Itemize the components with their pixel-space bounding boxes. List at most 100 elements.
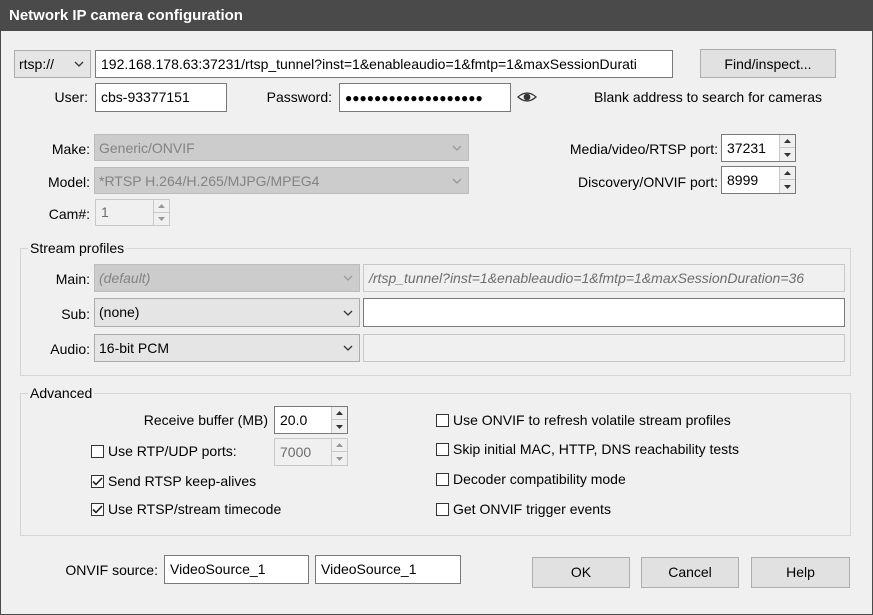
checkbox-box[interactable] — [91, 502, 104, 516]
checkbox-box[interactable] — [436, 413, 449, 427]
checkbox-box[interactable] — [91, 444, 104, 458]
timecode-label: Use RTSP/stream timecode — [108, 501, 282, 517]
spin-up-icon[interactable] — [780, 135, 795, 148]
onvif-source-value-2: VideoSource_1 — [321, 561, 417, 577]
make-label: Make: — [51, 141, 90, 157]
show-password-eye-icon[interactable] — [517, 88, 537, 106]
protocol-value: rtsp:// — [19, 56, 55, 72]
spinner-arrows — [331, 439, 347, 465]
onvif-trigger-label: Get ONVIF trigger events — [453, 501, 611, 517]
keepalive-label: Send RTSP keep-alives — [108, 473, 257, 489]
model-select[interactable]: *RTSP H.264/H.265/MJPG/MPEG4 — [94, 167, 469, 194]
audio-profile-path — [363, 334, 845, 362]
spinner-arrows — [779, 167, 795, 193]
checkbox-box[interactable] — [91, 474, 104, 488]
address-input[interactable]: 192.168.178.63:37231/rtsp_tunnel?inst=1&… — [95, 50, 673, 78]
onvif-trigger-checkbox[interactable]: Get ONVIF trigger events — [436, 500, 611, 518]
checkbox-box[interactable] — [436, 442, 449, 456]
spinner-arrows — [153, 200, 169, 225]
sub-profile-value: (none) — [99, 304, 140, 320]
checkbox-box[interactable] — [436, 502, 449, 516]
audio-profile-label: Audio: — [50, 341, 90, 357]
main-profile-value: (default) — [99, 270, 151, 286]
onvif-refresh-label: Use ONVIF to refresh volatile stream pro… — [453, 412, 731, 428]
onvif-refresh-checkbox[interactable]: Use ONVIF to refresh volatile stream pro… — [436, 411, 731, 429]
user-input[interactable]: cbs-93377151 — [95, 83, 227, 112]
password-label: Password: — [266, 89, 332, 105]
advanced-title: Advanced — [28, 384, 95, 402]
spin-up-icon[interactable] — [780, 167, 795, 180]
model-label: Model: — [47, 174, 90, 190]
rtp-udp-checkbox[interactable]: Use RTP/UDP ports: — [91, 442, 237, 460]
help-button[interactable]: Help — [751, 557, 850, 588]
chevron-down-icon — [451, 135, 463, 160]
skip-tests-checkbox[interactable]: Skip initial MAC, HTTP, DNS reachability… — [436, 440, 739, 458]
model-value: *RTSP H.264/H.265/MJPG/MPEG4 — [99, 173, 320, 189]
password-value: ●●●●●●●●●●●●●●●●●●● — [345, 91, 483, 105]
timecode-checkbox[interactable]: Use RTSP/stream timecode — [91, 500, 281, 518]
make-value: Generic/ONVIF — [99, 140, 195, 156]
checkbox-box[interactable] — [436, 472, 449, 486]
audio-profile-value: 16-bit PCM — [99, 340, 170, 356]
receive-buffer-spinner[interactable]: 20.0 — [274, 406, 348, 434]
chevron-down-icon — [342, 335, 354, 361]
onvif-source-value-1: VideoSource_1 — [170, 561, 266, 577]
spin-up-icon[interactable] — [332, 439, 347, 452]
chevron-down-icon — [342, 299, 354, 326]
skip-tests-label: Skip initial MAC, HTTP, DNS reachability… — [453, 441, 740, 457]
rtp-udp-label: Use RTP/UDP ports: — [108, 443, 237, 459]
media-port-value: 37231 — [727, 140, 766, 156]
cam-number-label: Cam#: — [48, 206, 90, 222]
find-inspect-button[interactable]: Find/inspect... — [700, 49, 836, 78]
rtp-udp-port-value: 7000 — [280, 444, 312, 460]
onvif-source-input-1[interactable]: VideoSource_1 — [164, 555, 309, 584]
decoder-compat-label: Decoder compatibility mode — [453, 471, 626, 487]
sub-profile-select[interactable]: (none) — [94, 298, 360, 327]
main-profile-path-value: /rtsp_tunnel?inst=1&enableaudio=1&fmtp=1… — [369, 270, 805, 286]
cancel-button[interactable]: Cancel — [641, 557, 739, 588]
onvif-source-input-2[interactable]: VideoSource_1 — [315, 555, 461, 584]
receive-buffer-value: 20.0 — [280, 412, 308, 428]
discovery-port-value: 8999 — [727, 172, 759, 188]
user-value: cbs-93377151 — [101, 89, 190, 105]
decoder-compat-checkbox[interactable]: Decoder compatibility mode — [436, 470, 626, 488]
spin-down-icon[interactable] — [780, 180, 795, 193]
chevron-down-icon — [73, 51, 85, 77]
main-profile-select[interactable]: (default) — [94, 264, 360, 292]
address-value: 192.168.178.63:37231/rtsp_tunnel?inst=1&… — [101, 56, 637, 72]
title-bar: Network IP camera configuration — [0, 0, 873, 31]
media-port-spinner[interactable]: 37231 — [721, 134, 796, 162]
make-select[interactable]: Generic/ONVIF — [94, 134, 469, 161]
address-hint: Blank address to search for cameras — [594, 89, 822, 105]
stream-profiles-title: Stream profiles — [28, 239, 127, 257]
rtp-udp-port-spinner[interactable]: 7000 — [274, 438, 348, 466]
spin-down-icon[interactable] — [780, 148, 795, 161]
sub-profile-label: Sub: — [61, 306, 90, 322]
onvif-source-label: ONVIF source: — [65, 562, 158, 578]
main-profile-path: /rtsp_tunnel?inst=1&enableaudio=1&fmtp=1… — [363, 264, 845, 292]
cam-number-value: 1 — [101, 204, 109, 220]
discovery-port-label: Discovery/ONVIF port: — [577, 174, 718, 190]
sub-profile-path-input[interactable] — [363, 298, 845, 327]
discovery-port-spinner[interactable]: 8999 — [721, 166, 796, 194]
spinner-arrows — [331, 407, 347, 433]
window-title: Network IP camera configuration — [9, 7, 243, 24]
spin-down-icon[interactable] — [332, 420, 347, 433]
chevron-down-icon — [451, 168, 463, 193]
user-label: User: — [54, 89, 88, 105]
checkmark-icon — [92, 476, 103, 486]
media-port-label: Media/video/RTSP port: — [569, 141, 718, 157]
spin-down-icon[interactable] — [154, 212, 169, 225]
spin-down-icon[interactable] — [332, 452, 347, 465]
spinner-arrows — [779, 135, 795, 161]
receive-buffer-label: Receive buffer (MB) — [143, 412, 268, 428]
audio-profile-select[interactable]: 16-bit PCM — [94, 334, 360, 362]
spin-up-icon[interactable] — [154, 200, 169, 213]
cam-number-spinner[interactable]: 1 — [95, 199, 170, 226]
ok-button[interactable]: OK — [532, 557, 630, 588]
password-input[interactable]: ●●●●●●●●●●●●●●●●●●● — [339, 83, 511, 112]
keepalive-checkbox[interactable]: Send RTSP keep-alives — [91, 472, 256, 490]
protocol-select[interactable]: rtsp:// — [14, 50, 91, 78]
main-profile-label: Main: — [55, 271, 90, 287]
spin-up-icon[interactable] — [332, 407, 347, 420]
